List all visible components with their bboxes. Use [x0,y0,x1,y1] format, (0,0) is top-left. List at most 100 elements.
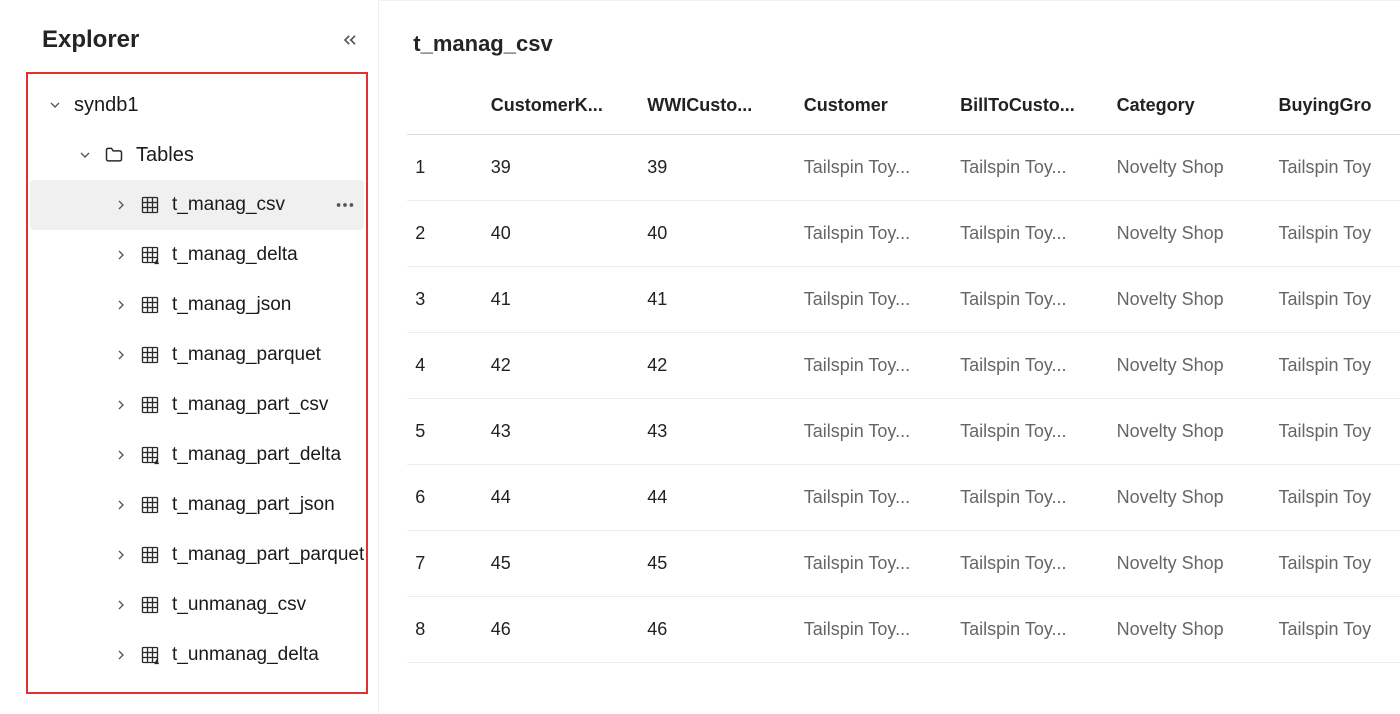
cell: Tailspin Toy [1270,201,1400,267]
column-header[interactable]: BuyingGro [1270,85,1400,135]
chevron-right-icon [113,597,129,613]
table-name-label: t_manag_parquet [172,344,364,366]
cell: 40 [483,201,639,267]
cell: Tailspin Toy [1270,597,1400,663]
cell: Novelty Shop [1109,267,1271,333]
table-row[interactable]: 24040Tailspin Toy...Tailspin Toy...Novel… [407,201,1400,267]
column-header[interactable]: CustomerK... [483,85,639,135]
cell: 42 [639,333,795,399]
tree-item-table[interactable]: t_manag_parquet [30,330,364,380]
table-delta-icon [140,445,160,465]
cell: Novelty Shop [1109,201,1271,267]
row-index-header [407,85,483,135]
table-icon [140,595,160,615]
table-row[interactable]: 64444Tailspin Toy...Tailspin Toy...Novel… [407,465,1400,531]
table-row[interactable]: 84646Tailspin Toy...Tailspin Toy...Novel… [407,597,1400,663]
table-name-label: t_manag_delta [172,244,364,266]
folder-icon [104,145,124,165]
database-label: syndb1 [74,94,364,117]
chevron-right-icon [113,447,129,463]
cell: 46 [483,597,639,663]
table-row[interactable]: 44242Tailspin Toy...Tailspin Toy...Novel… [407,333,1400,399]
row-index: 7 [407,531,483,597]
column-header[interactable]: WWICusto... [639,85,795,135]
tree-item-tables-group[interactable]: Tables [30,130,364,180]
more-horizontal-icon [334,194,356,216]
table-row[interactable]: 34141Tailspin Toy...Tailspin Toy...Novel… [407,267,1400,333]
tree-item-database[interactable]: syndb1 [30,80,364,130]
explorer-title: Explorer [42,26,139,54]
tables-group-label: Tables [136,144,364,167]
cell: 39 [639,135,795,201]
tree-item-table[interactable]: t_manag_part_delta [30,430,364,480]
table-icon [140,495,160,515]
table-delta-icon [140,245,160,265]
data-table: CustomerK... WWICusto... Customer BillTo… [407,85,1400,663]
chevron-right-icon [113,647,129,663]
table-icon [140,545,160,565]
cell: 43 [483,399,639,465]
table-delta-icon [140,645,160,665]
table-name-label: t_manag_part_delta [172,444,364,466]
table-name-label: t_unmanag_csv [172,594,364,616]
cell: 42 [483,333,639,399]
table-row[interactable]: 54343Tailspin Toy...Tailspin Toy...Novel… [407,399,1400,465]
tree-item-table[interactable]: t_unmanag_csv [30,580,364,630]
table-icon [140,295,160,315]
cell: Tailspin Toy... [796,531,952,597]
cell: Tailspin Toy... [796,333,952,399]
tree-item-table[interactable]: t_unmanag_delta [30,630,364,680]
row-index: 1 [407,135,483,201]
cell: Tailspin Toy... [796,597,952,663]
chevron-right-icon [113,497,129,513]
row-index: 5 [407,399,483,465]
cell: 43 [639,399,795,465]
main-content: t_manag_csv CustomerK... WWICusto... Cus… [379,0,1400,714]
column-header[interactable]: Customer [796,85,952,135]
chevron-right-icon [113,247,129,263]
row-index: 6 [407,465,483,531]
table-name-label: t_manag_part_csv [172,394,364,416]
collapse-panel-button[interactable] [340,30,360,50]
tree-item-table[interactable]: t_manag_part_csv [30,380,364,430]
cell: Tailspin Toy... [952,333,1108,399]
tree-item-table[interactable]: t_manag_csv [30,180,364,230]
chevron-right-icon [113,547,129,563]
column-header[interactable]: Category [1109,85,1271,135]
cell: Tailspin Toy [1270,531,1400,597]
row-index: 3 [407,267,483,333]
chevron-right-icon [113,197,129,213]
table-row[interactable]: 74545Tailspin Toy...Tailspin Toy...Novel… [407,531,1400,597]
explorer-panel: Explorer syndb1 Tables [0,0,379,714]
cell: Tailspin Toy... [796,201,952,267]
cell: Tailspin Toy... [952,531,1108,597]
table-name-label: t_unmanag_delta [172,644,364,666]
cell: 44 [483,465,639,531]
cell: Novelty Shop [1109,597,1271,663]
table-icon [140,345,160,365]
cell: Tailspin Toy [1270,135,1400,201]
row-index: 2 [407,201,483,267]
chevron-right-icon [113,347,129,363]
cell: Tailspin Toy... [952,465,1108,531]
cell: 41 [639,267,795,333]
chevron-right-icon [113,297,129,313]
cell: Tailspin Toy... [796,267,952,333]
tree-item-table[interactable]: t_manag_delta [30,230,364,280]
cell: Tailspin Toy... [952,135,1108,201]
cell: 46 [639,597,795,663]
cell: Novelty Shop [1109,135,1271,201]
tree-item-table[interactable]: t_manag_json [30,280,364,330]
cell: Tailspin Toy... [796,399,952,465]
cell: 44 [639,465,795,531]
cell: Tailspin Toy [1270,267,1400,333]
table-row[interactable]: 13939Tailspin Toy...Tailspin Toy...Novel… [407,135,1400,201]
more-actions-button[interactable] [334,194,364,216]
cell: Novelty Shop [1109,465,1271,531]
cell: Tailspin Toy [1270,399,1400,465]
tree-item-table[interactable]: t_manag_part_json [30,480,364,530]
cell: 41 [483,267,639,333]
cell: Novelty Shop [1109,399,1271,465]
tree-item-table[interactable]: t_manag_part_parquet [30,530,364,580]
column-header[interactable]: BillToCusto... [952,85,1108,135]
